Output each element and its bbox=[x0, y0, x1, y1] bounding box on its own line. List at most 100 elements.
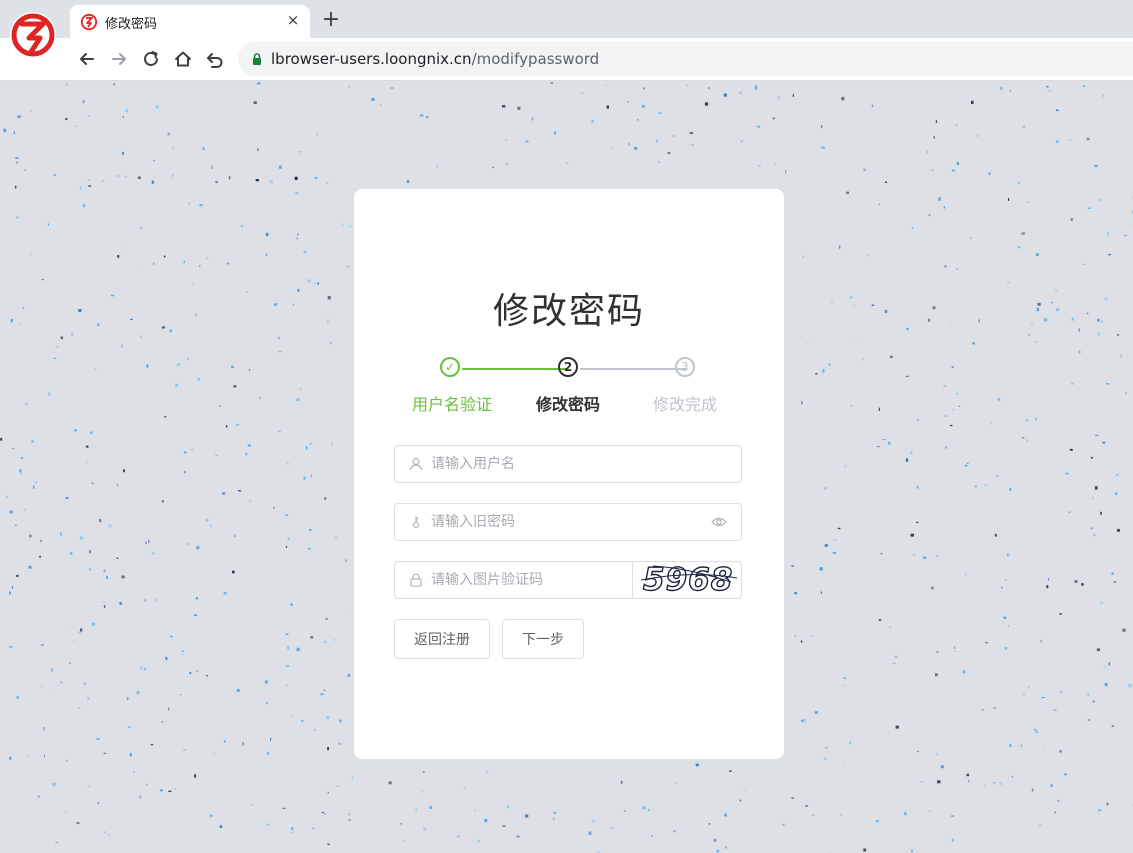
speck bbox=[656, 139, 658, 143]
speck bbox=[916, 521, 919, 523]
speck bbox=[327, 319, 329, 323]
speck bbox=[1122, 628, 1126, 632]
speck bbox=[327, 791, 329, 794]
speck bbox=[9, 591, 11, 595]
speck bbox=[24, 169, 26, 171]
speck bbox=[153, 160, 155, 162]
speck bbox=[1065, 472, 1069, 475]
speck bbox=[853, 304, 856, 306]
speck bbox=[86, 460, 88, 464]
speck bbox=[894, 655, 898, 658]
speck bbox=[144, 667, 146, 671]
speck bbox=[1069, 448, 1073, 451]
speck bbox=[627, 101, 629, 103]
speck bbox=[972, 342, 975, 345]
speck bbox=[215, 454, 218, 456]
home-icon[interactable] bbox=[172, 48, 194, 70]
key-icon bbox=[412, 516, 420, 529]
speck bbox=[9, 646, 13, 648]
speck bbox=[133, 771, 135, 773]
close-tab-icon[interactable]: × bbox=[284, 11, 302, 29]
speck bbox=[232, 570, 235, 574]
speck bbox=[801, 401, 803, 405]
forward-icon[interactable] bbox=[108, 48, 130, 70]
undo-close-tab-icon[interactable] bbox=[204, 48, 226, 70]
speck bbox=[420, 114, 424, 117]
speck bbox=[279, 165, 282, 169]
speck bbox=[139, 335, 142, 338]
speck bbox=[1102, 94, 1104, 98]
next-step-button[interactable]: 下一步 bbox=[502, 619, 584, 659]
speck bbox=[695, 763, 699, 767]
speck bbox=[658, 112, 662, 114]
speck bbox=[181, 650, 184, 652]
speck bbox=[231, 365, 234, 368]
speck bbox=[310, 636, 314, 639]
speck bbox=[1028, 333, 1030, 336]
speck bbox=[1035, 418, 1037, 421]
speck bbox=[60, 532, 62, 536]
browser-tab[interactable]: 修改密码 × bbox=[70, 5, 310, 38]
speck bbox=[273, 507, 275, 509]
speck bbox=[1115, 473, 1119, 476]
speck bbox=[183, 451, 187, 454]
speck bbox=[29, 110, 32, 112]
speck bbox=[889, 355, 893, 359]
speck bbox=[895, 725, 899, 729]
address-bar[interactable]: lbrowser-users.loongnix.cn/modifypasswor… bbox=[238, 42, 1133, 76]
speck bbox=[75, 125, 79, 127]
speck bbox=[23, 508, 26, 511]
speck bbox=[403, 840, 405, 842]
speck bbox=[88, 185, 92, 187]
speck bbox=[1070, 218, 1073, 222]
speck bbox=[931, 169, 934, 171]
speck bbox=[303, 250, 307, 253]
speck bbox=[492, 166, 494, 169]
captcha-input[interactable] bbox=[431, 562, 626, 598]
captcha-image[interactable]: 5968 bbox=[632, 562, 743, 598]
speck bbox=[161, 500, 164, 503]
speck bbox=[181, 653, 184, 655]
speck bbox=[341, 223, 344, 227]
speck bbox=[52, 782, 56, 787]
speck bbox=[306, 446, 308, 450]
speck bbox=[346, 266, 350, 268]
new-tab-icon[interactable]: + bbox=[320, 9, 342, 31]
speck bbox=[1098, 809, 1102, 812]
back-icon[interactable] bbox=[76, 48, 98, 70]
browser-logo-icon[interactable] bbox=[9, 10, 59, 60]
username-input[interactable] bbox=[431, 446, 731, 482]
speck bbox=[1040, 639, 1042, 643]
speck bbox=[1008, 198, 1010, 201]
reload-icon[interactable] bbox=[140, 48, 162, 70]
speck bbox=[1020, 744, 1023, 747]
old-password-input[interactable] bbox=[431, 504, 701, 540]
speck bbox=[637, 119, 639, 121]
speck bbox=[226, 262, 230, 265]
speck bbox=[581, 92, 584, 94]
speck bbox=[87, 115, 91, 117]
speck bbox=[822, 369, 825, 373]
speck bbox=[6, 495, 8, 499]
speck bbox=[964, 573, 968, 576]
speck bbox=[266, 823, 270, 826]
eye-icon[interactable] bbox=[711, 515, 727, 529]
speck bbox=[31, 440, 34, 443]
speck bbox=[1004, 647, 1008, 650]
speck bbox=[130, 318, 133, 320]
speck bbox=[40, 539, 42, 542]
speck bbox=[189, 672, 192, 674]
speck bbox=[73, 640, 76, 643]
speck bbox=[1100, 601, 1103, 605]
speck bbox=[502, 105, 506, 108]
speck bbox=[151, 180, 154, 184]
speck bbox=[1125, 392, 1128, 394]
speck bbox=[145, 541, 147, 545]
speck bbox=[992, 782, 996, 784]
back-to-register-button[interactable]: 返回注册 bbox=[394, 619, 490, 659]
speck bbox=[913, 554, 915, 556]
speck bbox=[303, 476, 306, 480]
speck bbox=[116, 174, 119, 177]
speck bbox=[837, 527, 841, 530]
speck bbox=[1078, 328, 1080, 332]
